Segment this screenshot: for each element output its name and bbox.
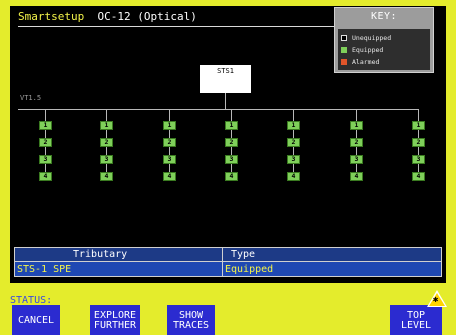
tributary-box[interactable]: 4 bbox=[412, 172, 425, 181]
tributary-box[interactable]: 3 bbox=[225, 155, 238, 164]
tributary-box[interactable]: 2 bbox=[350, 138, 363, 147]
tributary-box[interactable]: 2 bbox=[163, 138, 176, 147]
tributary-box[interactable]: 4 bbox=[287, 172, 300, 181]
tributary-box[interactable]: 3 bbox=[39, 155, 52, 164]
tributary-box[interactable]: 2 bbox=[287, 138, 300, 147]
key-label: Alarmed bbox=[352, 58, 380, 66]
tributary-box[interactable]: 3 bbox=[287, 155, 300, 164]
app-name: Smartsetup bbox=[18, 10, 85, 23]
key-box: Unequipped Equipped Alarmed bbox=[338, 29, 430, 70]
tributary-box[interactable]: 4 bbox=[100, 172, 113, 181]
softkey-line1: CANCEL bbox=[17, 314, 55, 326]
softkey-line1: SHOW bbox=[178, 309, 204, 321]
tributary-box[interactable]: 2 bbox=[412, 138, 425, 147]
tributary-box[interactable]: 3 bbox=[350, 155, 363, 164]
tributary-box[interactable]: 3 bbox=[100, 155, 113, 164]
tributary-box[interactable]: 1 bbox=[350, 121, 363, 130]
key-item-equipped: Equipped bbox=[341, 45, 383, 55]
softkey-line1: TOP bbox=[406, 309, 426, 321]
tree-line bbox=[225, 93, 226, 109]
tributary-box[interactable]: 2 bbox=[39, 138, 52, 147]
tributary-box[interactable]: 1 bbox=[39, 121, 52, 130]
tributary-box[interactable]: 1 bbox=[100, 121, 113, 130]
top-level-button[interactable]: TOP LEVEL bbox=[390, 305, 442, 335]
header-type: Type bbox=[231, 249, 256, 260]
unequipped-swatch bbox=[341, 35, 347, 41]
tributary-box[interactable]: 1 bbox=[163, 121, 176, 130]
interface-name: OC-12 (Optical) bbox=[97, 10, 197, 23]
show-traces-button[interactable]: SHOW TRACES bbox=[167, 305, 215, 335]
tributary-box[interactable]: 4 bbox=[163, 172, 176, 181]
alarmed-swatch bbox=[341, 59, 347, 65]
title-divider bbox=[18, 26, 334, 27]
equipped-swatch bbox=[341, 47, 347, 53]
tree-line bbox=[18, 109, 418, 110]
key-title: KEY: bbox=[370, 11, 398, 22]
tributary-box[interactable]: 4 bbox=[39, 172, 52, 181]
softkey-line2: TRACES bbox=[172, 319, 210, 331]
cell-type: Equipped bbox=[225, 264, 274, 275]
tributary-box[interactable]: 1 bbox=[287, 121, 300, 130]
softkey-line1: EXPLORE bbox=[93, 309, 137, 321]
key-item-unequipped: Unequipped bbox=[341, 33, 391, 43]
key-label: Unequipped bbox=[352, 34, 392, 42]
tributary-box[interactable]: 2 bbox=[225, 138, 238, 147]
softkey-line2: FURTHER bbox=[93, 319, 137, 331]
key-label: Equipped bbox=[352, 46, 384, 54]
explore-further-button[interactable]: EXPLORE FURTHER bbox=[90, 305, 140, 335]
tributary-box[interactable]: 3 bbox=[163, 155, 176, 164]
key-legend: KEY: Unequipped Equipped Alarmed bbox=[334, 7, 434, 73]
softkey-line2: LEVEL bbox=[400, 319, 432, 331]
tributary-box[interactable]: 4 bbox=[350, 172, 363, 181]
cell-tributary: STS-1 SPE bbox=[17, 264, 72, 275]
key-item-alarmed: Alarmed bbox=[341, 57, 379, 67]
screen-title: Smartsetup OC-12 (Optical) bbox=[18, 10, 197, 23]
header-tributary: Tributary bbox=[73, 249, 128, 260]
sts1-node[interactable]: STS1 bbox=[200, 65, 251, 93]
tributary-box[interactable]: 1 bbox=[412, 121, 425, 130]
tributary-box[interactable]: 4 bbox=[225, 172, 238, 181]
vt-level-label: VT1.5 bbox=[20, 94, 42, 102]
cancel-button[interactable]: CANCEL bbox=[12, 305, 60, 335]
tributary-box[interactable]: 2 bbox=[100, 138, 113, 147]
column-divider bbox=[222, 248, 223, 276]
tributary-table: Tributary Type STS-1 SPE Equipped bbox=[14, 247, 442, 277]
warning-symbol-icon: ✱ bbox=[433, 295, 439, 305]
tributary-box[interactable]: 1 bbox=[225, 121, 238, 130]
tributary-box[interactable]: 3 bbox=[412, 155, 425, 164]
